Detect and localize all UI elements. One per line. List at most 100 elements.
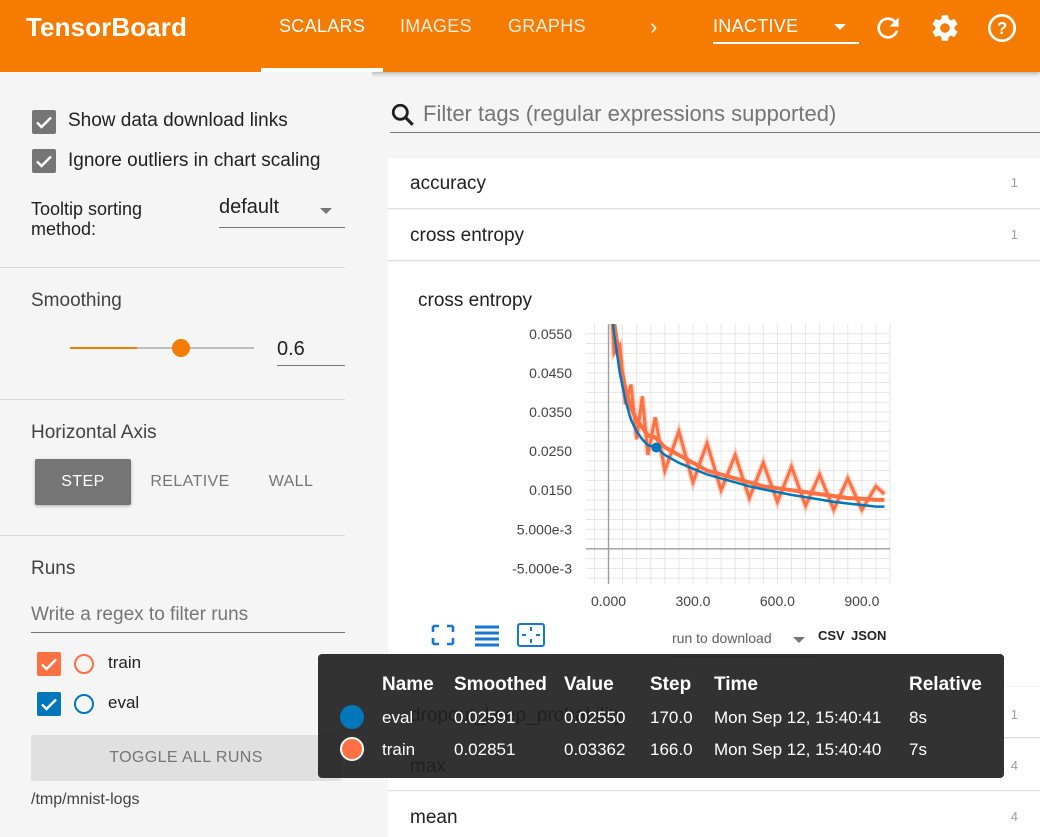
run-eval-checkbox[interactable] xyxy=(37,692,61,716)
ignore-outliers-label: Ignore outliers in chart scaling xyxy=(68,150,321,171)
more-tabs-button[interactable]: › xyxy=(650,14,657,40)
category-count: 4 xyxy=(1010,809,1018,824)
tooltip-train-swatch xyxy=(340,737,364,761)
smoothing-title: Smoothing xyxy=(31,290,122,311)
tooltip-header-value: Value xyxy=(564,674,614,695)
chevron-down-icon xyxy=(834,24,846,30)
smoothing-value-input[interactable]: 0.6 xyxy=(277,338,305,361)
tooltip-sorting-label: Tooltip sorting method: xyxy=(31,199,142,239)
x-tick-label: 600.0 xyxy=(760,593,795,609)
tooltip-sorting-dropdown[interactable]: default xyxy=(219,196,279,219)
download-csv-link[interactable]: CSV xyxy=(818,628,845,643)
tab-images[interactable]: IMAGES xyxy=(400,16,472,37)
dropdown-underline xyxy=(713,42,859,44)
divider xyxy=(0,399,345,400)
eval-smoothed-line xyxy=(611,324,885,508)
run-eval-label: eval xyxy=(108,693,140,712)
y-tick-label: 0.0150 xyxy=(529,482,572,498)
horizontal-axis-title: Horizontal Axis xyxy=(31,422,157,443)
tooltip-eval-name: eval xyxy=(382,708,414,727)
tooltip-header-step: Step xyxy=(650,674,692,695)
reload-icon[interactable] xyxy=(872,12,904,44)
tooltip-train-time: Mon Sep 12, 15:40:40 xyxy=(714,740,882,759)
tooltip-train-name: train xyxy=(382,740,416,759)
y-tick-label: 0.0350 xyxy=(529,404,572,420)
run-to-download-dropdown[interactable]: run to download xyxy=(672,630,772,646)
run-train-checkbox[interactable] xyxy=(37,652,61,676)
toggle-log-scale-icon[interactable] xyxy=(472,622,502,648)
tooltip-sorting-label-line2: method: xyxy=(31,219,97,239)
run-train-label: train xyxy=(108,653,142,672)
runs-title: Runs xyxy=(31,558,76,579)
category-accuracy[interactable]: accuracy 1 xyxy=(388,158,1040,209)
category-name: accuracy xyxy=(410,173,487,194)
settings-icon[interactable] xyxy=(929,12,961,44)
train-smoothed-line xyxy=(612,324,885,502)
app-title: TensorBoard xyxy=(26,12,187,42)
x-tick-label: 0.000 xyxy=(591,593,626,609)
category-name: mean xyxy=(410,807,458,828)
y-tick-label: 0.0550 xyxy=(529,326,572,342)
tooltip-eval-value: 0.02550 xyxy=(564,708,626,727)
input-underline xyxy=(390,132,1040,133)
input-underline xyxy=(31,632,345,633)
tooltip-header-relative: Relative xyxy=(909,674,982,695)
category-cross-entropy[interactable]: cross entropy 1 xyxy=(388,210,1040,261)
chevron-down-icon xyxy=(320,208,332,214)
y-tick-label: 0.0450 xyxy=(529,365,572,381)
ignore-outliers-checkbox[interactable] xyxy=(32,149,56,173)
tooltip-header-time: Time xyxy=(714,674,759,695)
tooltip-header-smoothed: Smoothed xyxy=(454,674,547,695)
category-count: 1 xyxy=(1010,227,1018,242)
train-raw-line xyxy=(609,324,887,518)
axis-relative-button[interactable]: RELATIVE xyxy=(140,459,240,505)
category-count: 1 xyxy=(1010,175,1018,190)
runs-filter-input[interactable]: Write a regex to filter runs xyxy=(31,604,248,626)
inactive-dashboards-dropdown[interactable]: INACTIVE xyxy=(713,16,798,37)
tooltip-eval-smoothed: 0.02591 xyxy=(454,708,516,727)
tab-graphs[interactable]: GRAPHS xyxy=(508,16,586,37)
tab-scalars[interactable]: SCALARS xyxy=(279,16,365,37)
smoothing-slider-knob[interactable] xyxy=(172,339,190,357)
tooltip-header-name: Name xyxy=(382,674,434,695)
log-directory: /tmp/mnist-logs xyxy=(31,791,140,808)
run-eval-color-swatch xyxy=(74,694,94,714)
tooltip-eval-swatch xyxy=(340,705,364,729)
show-download-links-checkbox[interactable] xyxy=(32,110,56,134)
tooltip-train-step: 166.0 xyxy=(650,740,693,759)
highlighted-point xyxy=(651,442,662,453)
chart-tooltip: Name Smoothed Value Step Time Relative e… xyxy=(318,654,1004,778)
y-tick-label: -5.000e-3 xyxy=(512,560,572,576)
filter-tags-input[interactable]: Filter tags (regular expressions support… xyxy=(423,101,836,127)
axis-step-button[interactable]: STEP xyxy=(35,459,131,505)
axis-wall-button[interactable]: WALL xyxy=(252,459,330,505)
category-name: cross entropy xyxy=(410,225,525,246)
search-icon xyxy=(391,103,414,126)
smoothing-slider-fill xyxy=(70,347,137,349)
train-raw-detail-line xyxy=(610,324,886,514)
tooltip-eval-time: Mon Sep 12, 15:40:41 xyxy=(714,708,882,727)
category-count: 1 xyxy=(1010,707,1018,722)
toggle-all-runs-button[interactable]: TOGGLE ALL RUNS xyxy=(31,735,341,781)
show-download-links-label: Show data download links xyxy=(68,110,288,131)
help-icon[interactable]: ? xyxy=(986,12,1018,44)
fullscreen-icon[interactable] xyxy=(428,622,458,648)
tooltip-sorting-label-line1: Tooltip sorting xyxy=(31,199,143,219)
download-json-link[interactable]: JSON xyxy=(851,628,886,643)
tooltip-eval-step: 170.0 xyxy=(650,708,693,727)
category-mean[interactable]: mean 4 xyxy=(388,792,1040,837)
y-tick-label: 0.0250 xyxy=(529,443,572,459)
dropdown-underline xyxy=(219,227,345,228)
chevron-down-icon xyxy=(793,637,805,643)
svg-text:?: ? xyxy=(997,18,1008,38)
fit-domain-icon[interactable] xyxy=(516,622,546,648)
category-count: 4 xyxy=(1010,758,1018,773)
x-tick-label: 300.0 xyxy=(675,593,710,609)
divider xyxy=(0,267,345,268)
run-train-color-swatch xyxy=(74,654,94,674)
sidebar: Show data download links Ignore outliers… xyxy=(0,72,372,837)
tooltip-train-relative: 7s xyxy=(909,740,927,759)
y-tick-label: 5.000e-3 xyxy=(517,521,572,537)
top-app-bar: TensorBoard SCALARS IMAGES GRAPHS › INAC… xyxy=(0,0,1040,72)
tooltip-train-smoothed: 0.02851 xyxy=(454,740,516,759)
